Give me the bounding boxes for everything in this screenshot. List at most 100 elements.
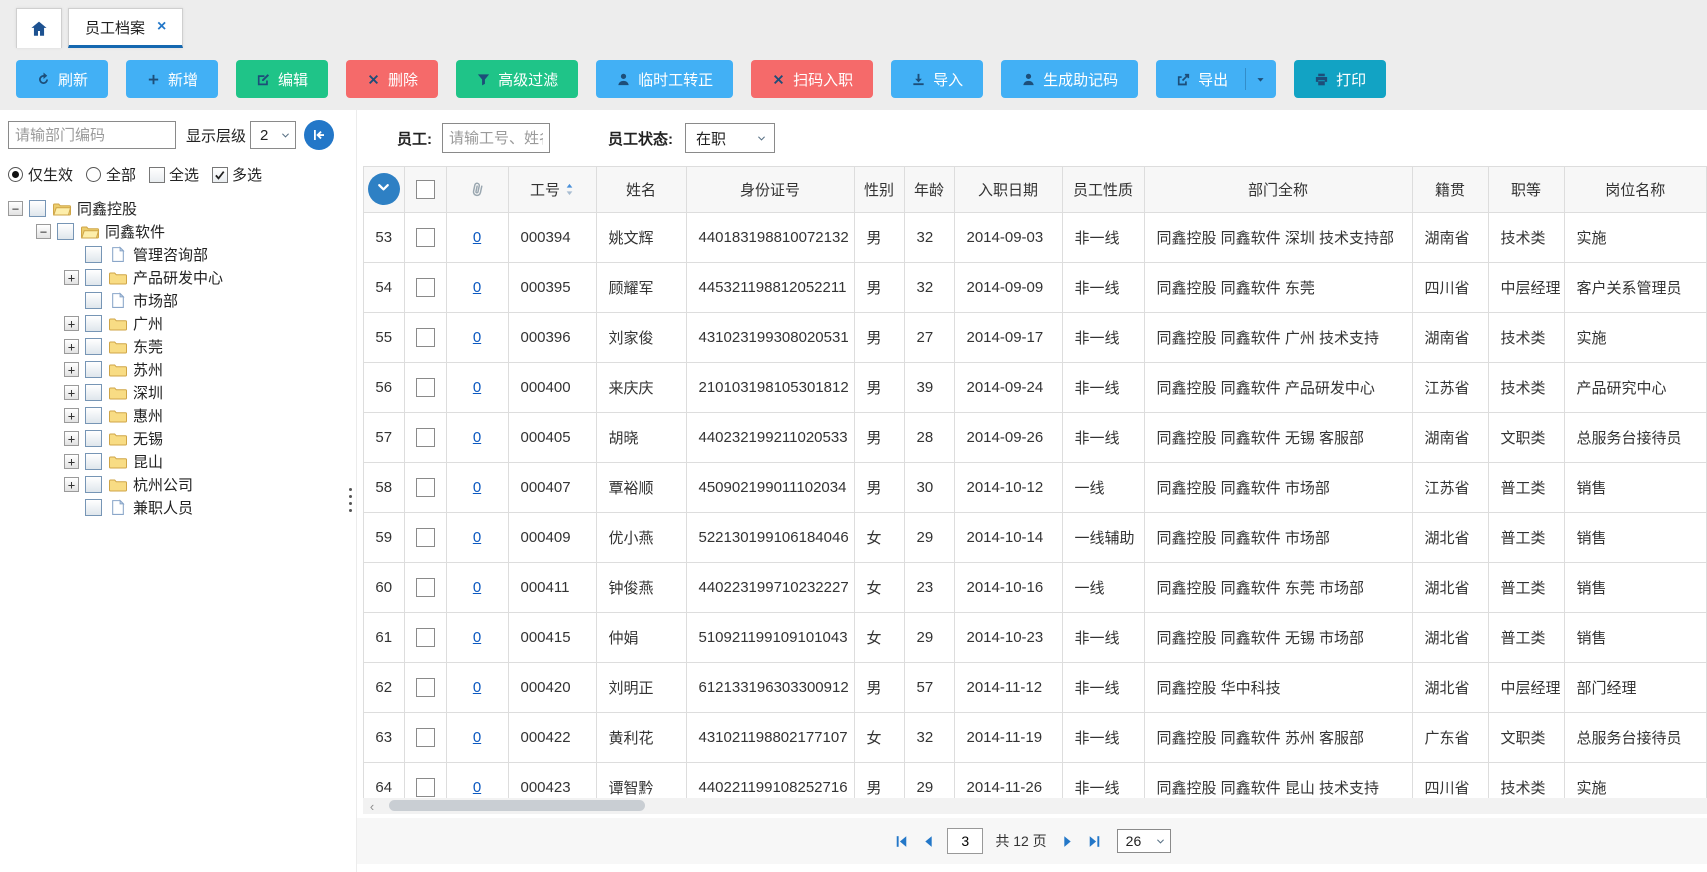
tree-node[interactable]: +东莞 [8,335,346,358]
checkbox-option[interactable]: 多选 [212,164,262,185]
expand-icon[interactable]: + [64,408,79,423]
first-page-icon[interactable] [893,833,910,850]
page-number-input[interactable] [947,828,983,854]
export-button[interactable]: 导出 [1156,60,1276,98]
table-row[interactable]: 620000420刘明正612133196303300912男572014-11… [364,662,1707,712]
tree-node[interactable]: +深圳 [8,381,346,404]
tree-checkbox[interactable] [85,430,102,447]
tree-checkbox[interactable] [85,315,102,332]
attachment-count-link[interactable]: 0 [473,229,481,246]
radio-icon[interactable] [86,167,101,182]
tree-checkbox[interactable] [85,338,102,355]
col-header[interactable]: 部门全称 [1144,167,1412,212]
advanced-filter-button[interactable]: 高级过滤 [456,60,578,98]
table-row[interactable]: 600000411钟俊燕440223199710232227女232014-10… [364,562,1707,612]
last-page-icon[interactable] [1086,833,1103,850]
attachment-count-link[interactable]: 0 [473,279,481,296]
col-header[interactable]: 入职日期 [954,167,1062,212]
tree-node[interactable]: 市场部 [8,289,346,312]
row-checkbox[interactable] [416,428,435,447]
tree-node[interactable]: +产品研发中心 [8,266,346,289]
tree-checkbox[interactable] [57,223,74,240]
col-header[interactable]: 身份证号 [686,167,854,212]
table-row[interactable]: 610000415仲娟510921199109101043女292014-10-… [364,612,1707,662]
tree-checkbox[interactable] [85,384,102,401]
employee-search-input[interactable] [442,123,550,153]
tree-checkbox[interactable] [85,499,102,516]
generate-mnemonic-button[interactable]: 生成助记码 [1001,60,1138,98]
attachment-count-link[interactable]: 0 [473,329,481,346]
tree-node[interactable]: +无锡 [8,427,346,450]
checkbox-option[interactable]: 全选 [149,164,199,185]
attachment-count-link[interactable]: 0 [473,779,481,796]
radio-icon[interactable] [8,167,23,182]
tree-checkbox[interactable] [85,292,102,309]
expand-icon[interactable]: + [64,270,79,285]
col-header[interactable]: 员工性质 [1062,167,1144,212]
tree-checkbox[interactable] [29,200,46,217]
col-header[interactable]: 职等 [1488,167,1564,212]
refresh-button[interactable]: 刷新 [16,60,108,98]
tree-checkbox[interactable] [85,407,102,424]
tree-node[interactable]: +苏州 [8,358,346,381]
table-row[interactable]: 550000396刘家俊431023199308020531男272014-09… [364,312,1707,362]
tree-checkbox[interactable] [85,246,102,263]
radio-option[interactable]: 仅生效 [8,164,73,185]
tree-node[interactable]: 兼职人员 [8,496,346,519]
checkbox-icon[interactable] [212,167,228,183]
collapse-sidebar-button[interactable] [304,120,334,150]
col-header[interactable]: 工号 [508,167,596,212]
table-row[interactable]: 580000407覃裕顺450902199011102034男302014-10… [364,462,1707,512]
tab-employee-archive[interactable]: 员工档案 × [68,8,183,48]
attachment-count-link[interactable]: 0 [473,529,481,546]
header-dropdown-button[interactable] [368,173,400,205]
table-row[interactable]: 570000405胡晓440232199211020533男282014-09-… [364,412,1707,462]
expand-icon[interactable]: + [64,431,79,446]
attachment-count-link[interactable]: 0 [473,579,481,596]
expand-icon[interactable]: + [64,454,79,469]
table-row[interactable]: 630000422黄利花431021198802177107女322014-11… [364,712,1707,762]
scrollbar-thumb[interactable] [389,800,645,811]
row-checkbox[interactable] [416,278,435,297]
table-row[interactable]: 560000400来庆庆210103198105301812男392014-09… [364,362,1707,412]
table-row[interactable]: 530000394姚文辉440183198810072132男322014-09… [364,212,1707,262]
print-button[interactable]: 打印 [1294,60,1386,98]
col-header[interactable]: 年龄 [904,167,954,212]
row-checkbox[interactable] [416,378,435,397]
tree-node[interactable]: +昆山 [8,450,346,473]
tree-checkbox[interactable] [85,361,102,378]
scan-onboard-button[interactable]: 扫码入职 [751,60,873,98]
dept-code-input[interactable] [8,121,176,149]
horizontal-scrollbar[interactable]: ‹ [363,798,1707,814]
expand-icon[interactable]: + [64,362,79,377]
tree-node[interactable]: +惠州 [8,404,346,427]
import-button[interactable]: 导入 [891,60,983,98]
collapse-icon[interactable]: − [8,201,23,216]
tree-node[interactable]: +杭州公司 [8,473,346,496]
table-row[interactable]: 540000395顾耀军445321198812052211男322014-09… [364,262,1707,312]
tree-node[interactable]: −同鑫控股 [8,197,346,220]
attachment-count-link[interactable]: 0 [473,679,481,696]
tree-checkbox[interactable] [85,269,102,286]
export-dropdown-caret[interactable] [1245,68,1266,90]
row-checkbox[interactable] [416,778,435,797]
attachment-count-link[interactable]: 0 [473,379,481,396]
table-row[interactable]: 640000423谭智黔440221199108252716男292014-11… [364,762,1707,798]
prev-page-icon[interactable] [920,833,937,850]
collapse-icon[interactable]: − [36,224,51,239]
row-checkbox[interactable] [416,578,435,597]
tree-node[interactable]: 管理咨询部 [8,243,346,266]
expand-icon[interactable]: + [64,339,79,354]
attachment-count-link[interactable]: 0 [473,479,481,496]
home-tab[interactable] [16,8,62,48]
tree-node[interactable]: +广州 [8,312,346,335]
expand-icon[interactable]: + [64,316,79,331]
col-header[interactable]: 姓名 [596,167,686,212]
row-checkbox[interactable] [416,628,435,647]
sort-icon[interactable] [565,182,574,197]
row-checkbox[interactable] [416,728,435,747]
attachment-count-link[interactable]: 0 [473,629,481,646]
col-header[interactable]: 籍贯 [1412,167,1488,212]
table-row[interactable]: 590000409优小燕522130199106184046女292014-10… [364,512,1707,562]
radio-option[interactable]: 全部 [86,164,136,185]
